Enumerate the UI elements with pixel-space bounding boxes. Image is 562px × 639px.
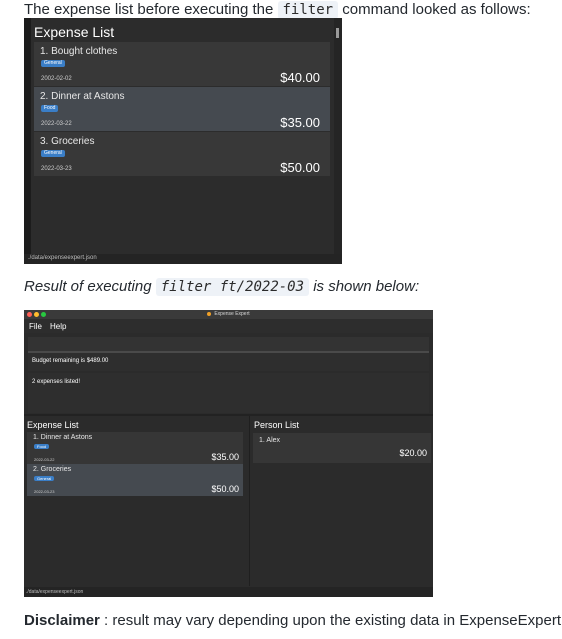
expense-card[interactable]: 2. Dinner at Astons Food 2022-03-22 $35.… (34, 87, 330, 131)
person-list-title: Person List (254, 420, 300, 430)
expense-date: 2022-03-22 (41, 121, 72, 127)
before-screenshot: Expense List 1. Bought clothes General 2… (24, 18, 342, 264)
panel-divider (334, 18, 342, 254)
expense-date: 2022-03-22 (34, 457, 55, 462)
filter-code: filter (277, 1, 339, 19)
after-screenshot: Expense Expert File Help Budget remainin… (24, 310, 433, 597)
expense-amount: $40.00 (280, 70, 320, 85)
expense-amount: $35.00 (280, 115, 320, 130)
menu-bar: File Help (24, 319, 433, 333)
disclaimer-paragraph: Disclaimer : result may vary depending u… (24, 611, 562, 631)
window-edge (24, 18, 31, 264)
expense-tag: General (41, 150, 65, 157)
disclaimer-text: : result may vary depending upon the exi… (99, 612, 562, 629)
expense-amount: $50.00 (211, 484, 239, 494)
disclaimer-label: Disclaimer (24, 612, 100, 629)
divider (24, 414, 433, 416)
intro-text-after: command looked as follows: (342, 1, 531, 18)
window-title: Expense Expert (24, 311, 433, 317)
person-name: 1. Alex (259, 437, 281, 444)
expense-card[interactable]: 1. Dinner at Astons Food 2022-03-22 $35.… (27, 432, 243, 464)
expense-name: 2. Groceries (33, 466, 72, 473)
expense-amount: $35.00 (211, 452, 239, 462)
menu-file[interactable]: File (29, 322, 42, 331)
expense-list-title: Expense List (27, 420, 79, 430)
expense-tag: General (41, 60, 65, 67)
result-text-before: Result of executing (24, 278, 152, 295)
result-display: 2 expenses listed! (28, 373, 429, 413)
command-input[interactable] (28, 337, 429, 353)
person-amount: $20.00 (399, 448, 427, 458)
expense-name: 3. Groceries (40, 136, 95, 147)
expense-card[interactable]: 1. Bought clothes General 2002-02-02 $40… (34, 42, 330, 86)
panel-divider (249, 416, 250, 586)
menu-help[interactable]: Help (50, 322, 66, 331)
expense-date: 2002-02-02 (41, 76, 72, 82)
expense-tag: Food (34, 444, 50, 449)
status-footer: ./data/expenseexpert.json (24, 587, 433, 597)
budget-display: Budget remaining is $489.00 (28, 353, 429, 371)
window-titlebar: Expense Expert (24, 310, 433, 319)
expense-amount: $50.00 (280, 160, 320, 175)
expense-list-title: Expense List (34, 24, 115, 40)
expense-name: 1. Bought clothes (40, 46, 118, 57)
intro-paragraph: The expense list before executing the fi… (24, 0, 531, 20)
app-icon (207, 311, 212, 316)
expense-tag: Food (41, 105, 59, 112)
data-file-path: ./data/expenseexpert.json (28, 255, 97, 261)
expense-tag: General (34, 476, 55, 481)
result-message: 2 expenses listed! (32, 379, 81, 385)
expense-date: 2022-03-23 (34, 489, 55, 494)
budget-text: Budget remaining is $489.00 (32, 358, 109, 364)
expense-date: 2022-03-23 (41, 166, 72, 172)
expense-card[interactable]: 3. Groceries General 2022-03-23 $50.00 (34, 132, 330, 176)
filter-command-code: filter ft/2022-03 (155, 278, 310, 296)
expense-name: 2. Dinner at Astons (40, 91, 125, 102)
expense-name: 1. Dinner at Astons (33, 434, 93, 441)
intro-text-before: The expense list before executing the (24, 1, 274, 18)
person-card[interactable]: 1. Alex $20.00 (253, 433, 431, 463)
result-text-after: is shown below: (313, 278, 420, 295)
expense-card[interactable]: 2. Groceries General 2022-03-23 $50.00 (27, 464, 243, 496)
status-footer: ./data/expenseexpert.json (24, 254, 342, 264)
data-file-path: ./data/expenseexpert.json (26, 589, 84, 595)
result-paragraph: Result of executing filter ft/2022-03 is… (24, 277, 419, 297)
